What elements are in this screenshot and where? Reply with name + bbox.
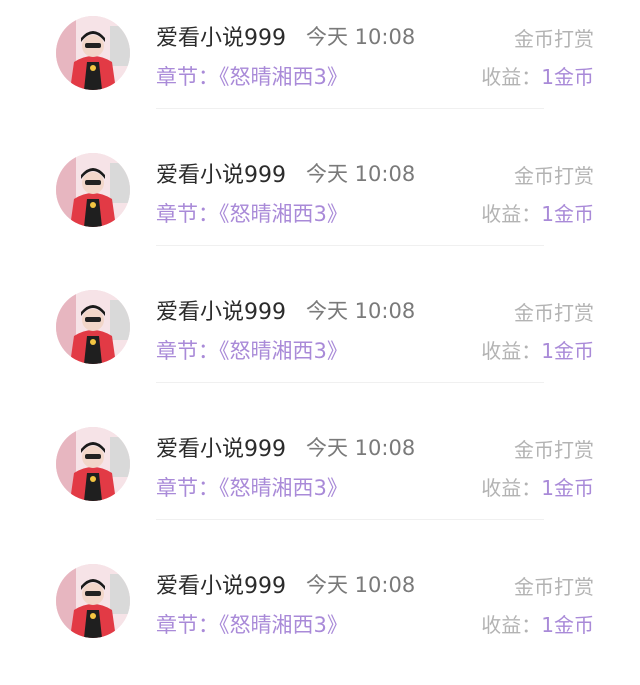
timestamp: 今天 10:08 (306, 436, 416, 460)
chapter-line[interactable]: 章节：《怒晴湘西3》 (156, 609, 348, 639)
avatar-image (56, 16, 130, 90)
avatar-image (56, 564, 130, 638)
income-line: 收益：1金币 (481, 472, 594, 501)
income-value: 1金币 (541, 613, 594, 637)
avatar-image (56, 427, 130, 501)
divider (156, 108, 544, 109)
timestamp: 今天 10:08 (306, 25, 416, 49)
income-line: 收益：1金币 (481, 198, 594, 227)
reward-record-item[interactable]: 爱看小说999 今天 10:08 金币打赏 章节：《怒晴湘西3》 收益：1金币 (0, 137, 640, 274)
income-line: 收益：1金币 (481, 61, 594, 90)
reward-type: 金币打赏 (514, 438, 594, 462)
income-label: 收益： (481, 339, 542, 363)
income-label: 收益： (481, 613, 542, 637)
divider (156, 382, 544, 383)
nickname: 爱看小说999 (156, 437, 286, 462)
chapter-title[interactable]: 《怒晴湘西3》 (219, 613, 348, 637)
chapter-line[interactable]: 章节：《怒晴湘西3》 (156, 61, 348, 91)
chapter-label: 章节： (156, 339, 219, 363)
reward-record-item[interactable]: 爱看小说999 今天 10:08 金币打赏 章节：《怒晴湘西3》 收益：1金币 (0, 0, 640, 137)
timestamp: 今天 10:08 (306, 162, 416, 186)
income-line: 收益：1金币 (481, 335, 594, 364)
timestamp: 今天 10:08 (306, 299, 416, 323)
chapter-label: 章节： (156, 613, 219, 637)
chapter-label: 章节： (156, 65, 219, 89)
reward-type: 金币打赏 (514, 575, 594, 599)
chapter-line[interactable]: 章节：《怒晴湘西3》 (156, 198, 348, 228)
avatar-image (56, 153, 130, 227)
divider (156, 519, 544, 520)
user-avatar[interactable] (56, 153, 130, 227)
income-value: 1金币 (541, 476, 594, 500)
chapter-line[interactable]: 章节：《怒晴湘西3》 (156, 335, 348, 365)
income-label: 收益： (481, 65, 542, 89)
chapter-title[interactable]: 《怒晴湘西3》 (219, 476, 348, 500)
reward-type: 金币打赏 (514, 27, 594, 51)
user-avatar[interactable] (56, 16, 130, 90)
income-value: 1金币 (541, 339, 594, 363)
reward-record-item[interactable]: 爱看小说999 今天 10:08 金币打赏 章节：《怒晴湘西3》 收益：1金币 (0, 274, 640, 411)
reward-record-list: 爱看小说999 今天 10:08 金币打赏 章节：《怒晴湘西3》 收益：1金币 (0, 0, 640, 670)
chapter-line[interactable]: 章节：《怒晴湘西3》 (156, 472, 348, 502)
chapter-title[interactable]: 《怒晴湘西3》 (219, 202, 348, 226)
chapter-title[interactable]: 《怒晴湘西3》 (219, 65, 348, 89)
income-value: 1金币 (541, 202, 594, 226)
reward-record-item[interactable]: 爱看小说999 今天 10:08 金币打赏 章节：《怒晴湘西3》 收益：1金币 (0, 548, 640, 685)
income-value: 1金币 (541, 65, 594, 89)
reward-type: 金币打赏 (514, 164, 594, 188)
user-avatar[interactable] (56, 564, 130, 638)
chapter-title[interactable]: 《怒晴湘西3》 (219, 339, 348, 363)
nickname: 爱看小说999 (156, 26, 286, 51)
user-avatar[interactable] (56, 427, 130, 501)
reward-type: 金币打赏 (514, 301, 594, 325)
user-avatar[interactable] (56, 290, 130, 364)
chapter-label: 章节： (156, 476, 219, 500)
timestamp: 今天 10:08 (306, 573, 416, 597)
chapter-label: 章节： (156, 202, 219, 226)
income-label: 收益： (481, 202, 542, 226)
reward-record-item[interactable]: 爱看小说999 今天 10:08 金币打赏 章节：《怒晴湘西3》 收益：1金币 (0, 411, 640, 548)
nickname: 爱看小说999 (156, 300, 286, 325)
nickname: 爱看小说999 (156, 163, 286, 188)
income-label: 收益： (481, 476, 542, 500)
divider (156, 245, 544, 246)
avatar-image (56, 290, 130, 364)
nickname: 爱看小说999 (156, 574, 286, 599)
income-line: 收益：1金币 (481, 609, 594, 638)
